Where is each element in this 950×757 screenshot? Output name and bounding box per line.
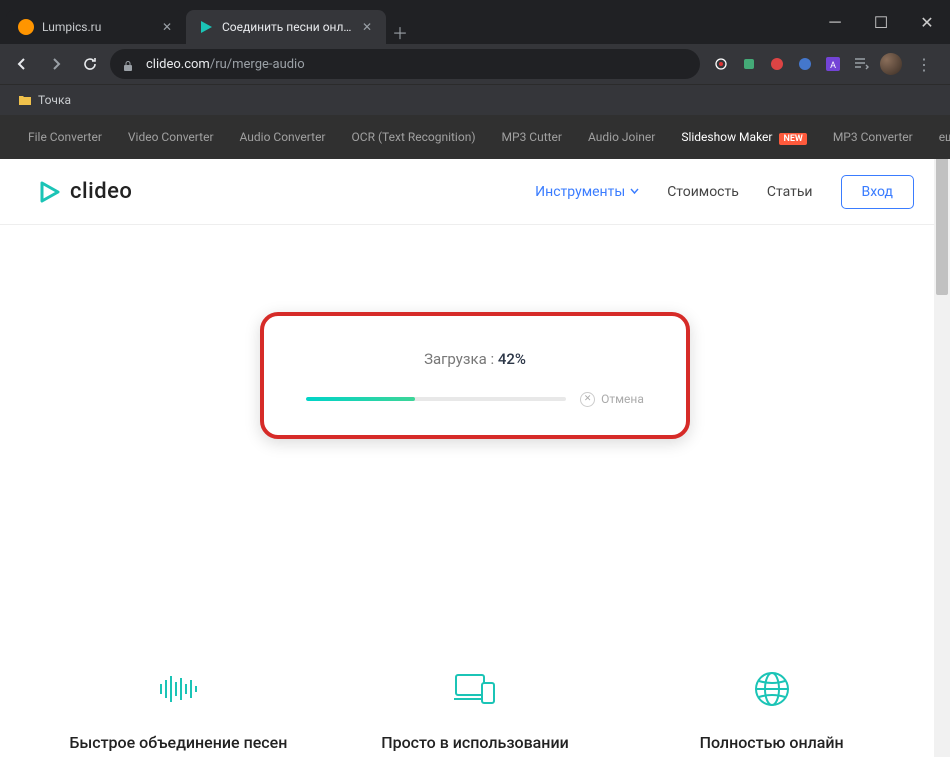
softo-link[interactable]: File Converter bbox=[28, 130, 102, 144]
more-label: ещё bbox=[939, 130, 950, 144]
cancel-button[interactable]: ✕ Отмена bbox=[580, 392, 644, 407]
tab-title: Lumpics.ru bbox=[42, 20, 152, 34]
feature-title: Полностью онлайн bbox=[642, 733, 902, 752]
play-icon bbox=[36, 179, 62, 205]
progress-bar bbox=[306, 397, 566, 401]
scrollbar-track[interactable] bbox=[934, 115, 950, 757]
back-button[interactable] bbox=[8, 50, 36, 78]
login-button[interactable]: Вход bbox=[841, 175, 914, 209]
globe-icon bbox=[642, 665, 902, 713]
url-host: clideo.com bbox=[146, 57, 210, 72]
brand-text: clideo bbox=[70, 179, 132, 204]
softo-link-highlight[interactable]: Slideshow Maker NEW bbox=[681, 130, 806, 144]
profile-avatar[interactable] bbox=[880, 53, 902, 75]
extension-icon[interactable] bbox=[796, 55, 814, 73]
progress-fill bbox=[306, 397, 415, 401]
browser-menu-icon[interactable]: ⋮ bbox=[912, 52, 936, 76]
softo-link[interactable]: Audio Converter bbox=[240, 130, 326, 144]
waveform-icon bbox=[48, 665, 308, 713]
cancel-label: Отмена bbox=[601, 392, 644, 406]
reading-list-icon[interactable] bbox=[852, 55, 870, 73]
tab-close-icon[interactable]: ✕ bbox=[160, 20, 174, 34]
upload-label: Загрузка : 42% bbox=[288, 350, 662, 368]
svg-text:A: A bbox=[830, 61, 836, 71]
feature-title: Просто в использовании bbox=[345, 733, 605, 752]
new-tab-button[interactable]: ＋ bbox=[386, 20, 414, 44]
forward-button[interactable] bbox=[42, 50, 70, 78]
favicon-lumpics bbox=[18, 19, 34, 35]
feature-card: Полностью онлайн Вам не нужно загружать … bbox=[642, 665, 902, 757]
extension-icon[interactable] bbox=[740, 55, 758, 73]
url-text: clideo.com/ru/merge-audio bbox=[146, 57, 688, 72]
upload-percent: 42% bbox=[498, 350, 526, 368]
new-badge: NEW bbox=[779, 133, 806, 145]
feature-title: Быстрое объединение песен bbox=[48, 733, 308, 752]
url-path: /ru/merge-audio bbox=[210, 57, 305, 72]
cancel-icon: ✕ bbox=[580, 392, 595, 407]
window-close-icon[interactable]: ✕ bbox=[904, 0, 950, 44]
softo-link[interactable]: MP3 Converter bbox=[833, 130, 913, 144]
bookmark-label: Точка bbox=[38, 93, 71, 107]
nav-articles[interactable]: Статьи bbox=[767, 184, 813, 200]
address-bar[interactable]: clideo.com/ru/merge-audio bbox=[110, 49, 700, 79]
nav-pricing[interactable]: Стоимость bbox=[667, 184, 739, 200]
softo-link[interactable]: Audio Joiner bbox=[588, 130, 655, 144]
lock-icon bbox=[122, 57, 136, 71]
folder-icon bbox=[18, 93, 32, 107]
reload-button[interactable] bbox=[76, 50, 104, 78]
clideo-logo[interactable]: clideo bbox=[36, 179, 132, 205]
window-minimize-icon[interactable]: ─ bbox=[812, 0, 858, 44]
chevron-down-icon bbox=[630, 187, 639, 196]
feature-card: Быстрое объединение песен С помощью этог… bbox=[48, 665, 308, 757]
extension-icon[interactable] bbox=[712, 55, 730, 73]
softo-link[interactable]: MP3 Cutter bbox=[502, 130, 562, 144]
tab-close-icon[interactable]: ✕ bbox=[360, 20, 374, 34]
nav-tools-label: Инструменты bbox=[535, 184, 625, 200]
softo-link[interactable]: OCR (Text Recognition) bbox=[352, 130, 476, 144]
tab-lumpics[interactable]: Lumpics.ru ✕ bbox=[6, 10, 186, 44]
window-maximize-icon[interactable]: ☐ bbox=[858, 0, 904, 44]
softo-highlight-text: Slideshow Maker bbox=[681, 130, 772, 144]
softo-link-more[interactable]: ещё bbox=[939, 130, 950, 144]
bookmark-folder[interactable]: Точка bbox=[12, 90, 77, 110]
tab-clideo[interactable]: Соединить песни онлайн — Со ✕ bbox=[186, 10, 386, 44]
nav-tools[interactable]: Инструменты bbox=[535, 184, 639, 200]
feature-card: Просто в использовании Вы можете объедин… bbox=[345, 665, 605, 757]
extension-icon[interactable] bbox=[768, 55, 786, 73]
favicon-clideo bbox=[198, 19, 214, 35]
extension-icon[interactable]: A bbox=[824, 55, 842, 73]
softo-link[interactable]: Video Converter bbox=[128, 130, 214, 144]
upload-label-text: Загрузка : bbox=[424, 350, 498, 368]
tab-title: Соединить песни онлайн — Со bbox=[222, 20, 352, 34]
devices-icon bbox=[345, 665, 605, 713]
upload-progress-card: Загрузка : 42% ✕ Отмена bbox=[260, 312, 690, 439]
